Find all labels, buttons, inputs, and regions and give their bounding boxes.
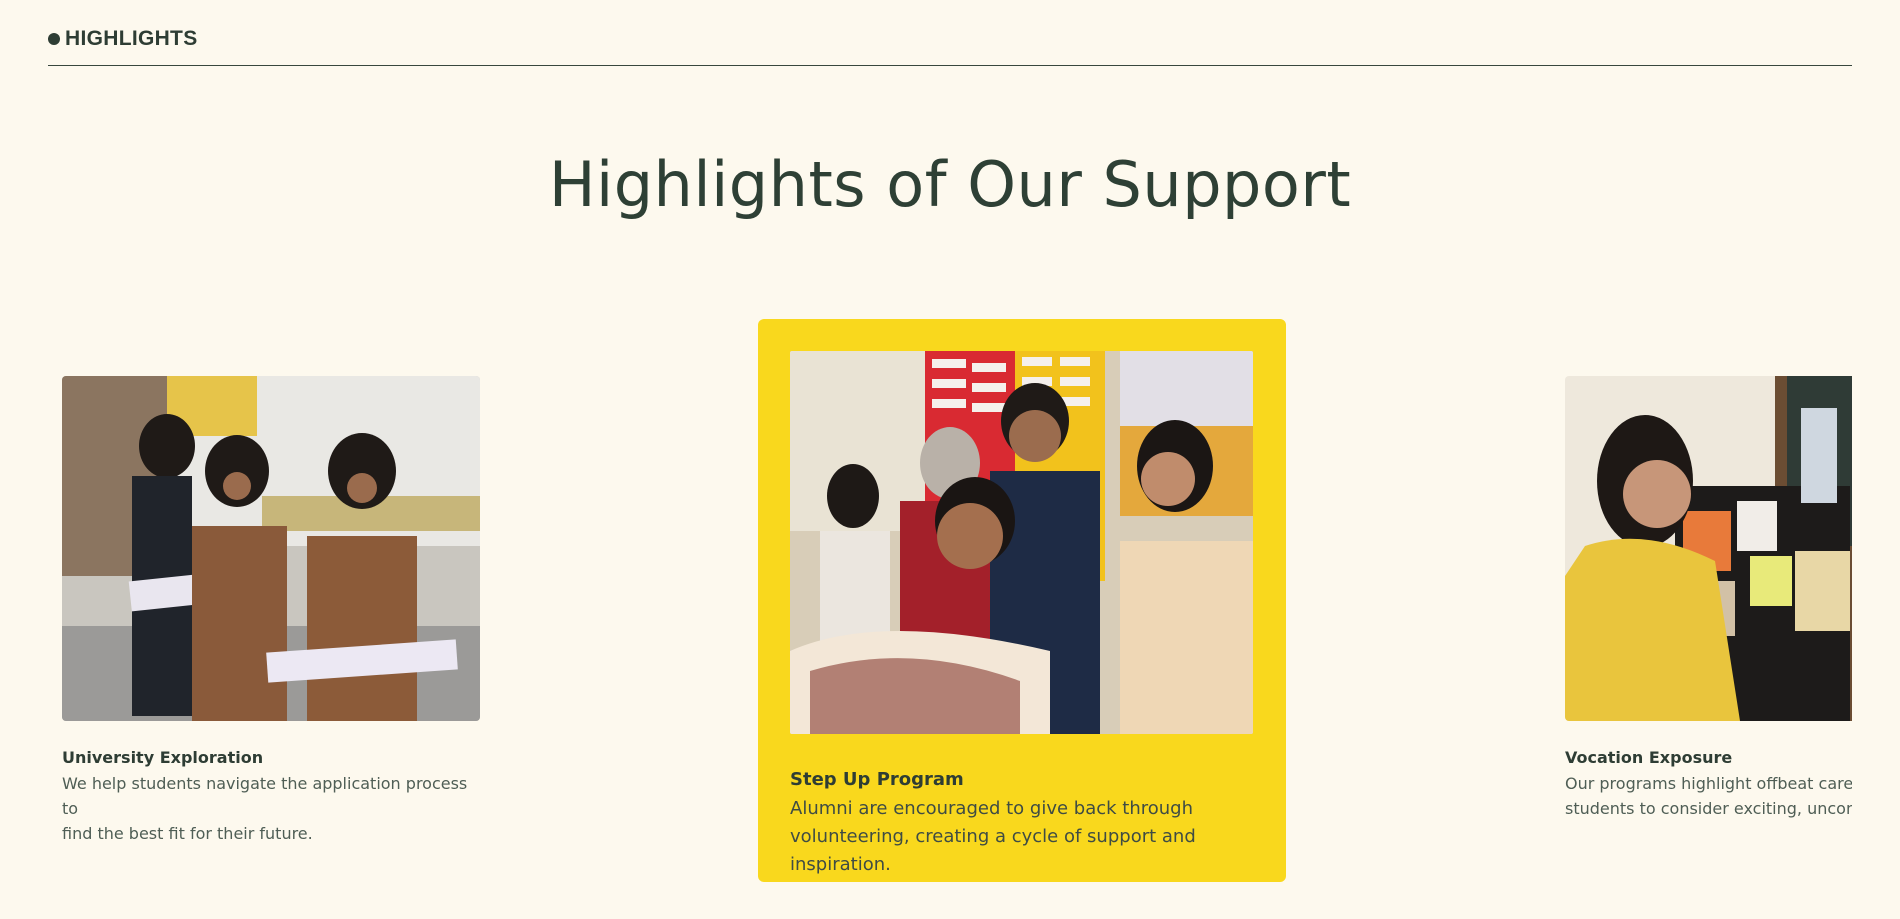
section-label-text: HIGHLIGHTS: [65, 27, 198, 50]
highlight-card-step-up-program[interactable]: Step Up Program Alumni are encouraged to…: [758, 319, 1286, 882]
bullet-dot-icon: [48, 33, 60, 45]
card-description-line: We help students navigate the applicatio…: [62, 774, 468, 818]
highlights-carousel[interactable]: University Exploration We help students …: [48, 318, 1852, 898]
card-description-line: Alumni are encouraged to give back throu…: [790, 798, 1193, 819]
card-title: Step Up Program: [790, 769, 964, 790]
page-title: Highlights of Our Support: [548, 148, 1352, 221]
highlight-card-university-exploration[interactable]: University Exploration We help students …: [62, 376, 482, 843]
students-reading-photo: [62, 376, 480, 721]
highlight-card-vocation-exposure[interactable]: Vocation Exposure Our programs highlight…: [1565, 376, 1852, 836]
card-description-line: volunteering, creating a cycle of suppor…: [790, 825, 1196, 875]
card-title: Vocation Exposure: [1565, 748, 1733, 767]
section-divider: [48, 65, 1852, 66]
card-description-line: find the best fit for their future.: [62, 823, 313, 843]
card-description: We help students navigate the applicatio…: [62, 772, 472, 846]
card-description-line: Our programs highlight offbeat careers: [1565, 774, 1852, 793]
card-description: Our programs highlight offbeat careers s…: [1565, 772, 1852, 822]
group-selfie-photo: [790, 351, 1253, 734]
mentor-classroom-photo: [1565, 376, 1852, 721]
card-description: Alumni are encouraged to give back throu…: [790, 795, 1260, 879]
card-title: University Exploration: [62, 748, 264, 767]
section-label: HIGHLIGHTS: [48, 27, 198, 51]
card-description-line: students to consider exciting, unconver: [1565, 798, 1852, 818]
